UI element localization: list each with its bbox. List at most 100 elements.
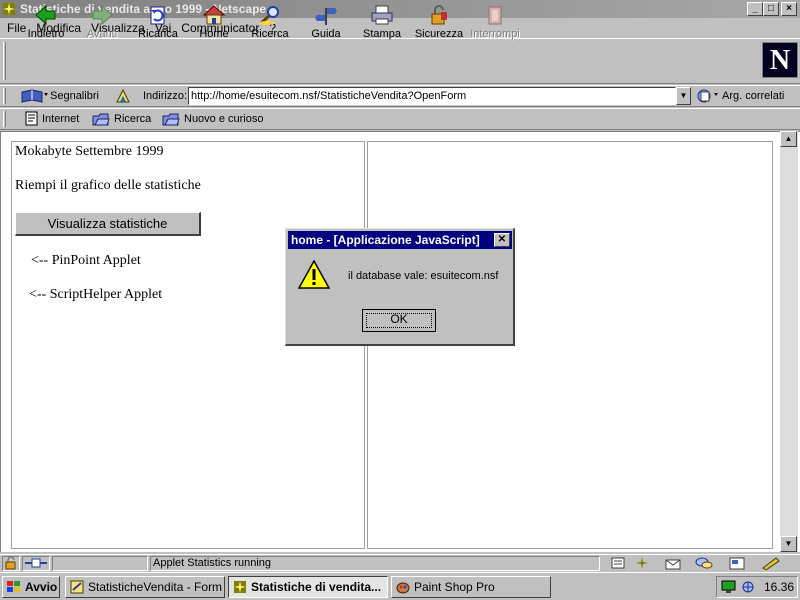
bookmarks-button[interactable]: Segnalibri [20,87,100,105]
navigation-toolbar [0,38,800,84]
security-button[interactable]: Sicurezza [414,4,464,44]
paintshop-icon [396,580,410,594]
padlock-icon [427,4,451,26]
tray-monitor-icon[interactable] [721,580,737,594]
security-label: Sicurezza [414,28,464,40]
connection-status-icon[interactable] [22,556,50,571]
task-label: StatisticheVendita - Form - ... [88,580,224,594]
guide-label: Guida [311,28,341,40]
scripthelper-applet-label: <-- ScriptHelper Applet [29,287,163,302]
netscape-logo[interactable]: N [762,42,798,78]
back-button[interactable]: Indietro [22,4,70,44]
url-input[interactable]: http://home/esuitecom.nsf/StatisticheVen… [188,87,676,105]
guide-button[interactable]: Guida [308,4,344,44]
chevron-down-icon: ▼ [784,539,793,548]
minimize-button[interactable]: _ [747,2,763,16]
home-button[interactable]: Home [196,4,232,44]
address-label: Indirizzo: [143,90,188,102]
netscape-icon [233,580,247,594]
chevron-down-icon: ▼ [679,91,688,100]
reload-label: Ricarica [138,28,178,40]
search-label: Ricerca [251,28,289,40]
bookmarks-icon [20,88,50,104]
task-statistiche-form[interactable]: StatisticheVendita - Form - ... [65,576,225,598]
page-heading: Mokabyte Settembre 1999 [15,144,164,159]
home-label: Home [199,28,229,40]
related-button[interactable]: Arg. correlati [696,87,798,105]
home-icon [202,4,226,26]
personal-internet[interactable]: Internet [24,110,79,128]
system-tray: 16.36 [716,576,798,598]
status-text: Applet Statistics running [150,556,600,571]
bookmarks-label: Segnalibri [50,90,99,102]
internet-page-icon [24,111,42,127]
close-button[interactable]: × [781,2,797,16]
search-icon [258,4,282,26]
scroll-up-button[interactable]: ▲ [780,131,797,147]
print-label: Stampa [363,28,401,40]
task-label: Paint Shop Pro [414,580,495,594]
reload-button[interactable]: Ricarica [134,4,182,44]
ricerca-label: Ricerca [114,113,152,125]
task-paint-shop-pro[interactable]: Paint Shop Pro [391,576,551,598]
back-arrow-icon [34,4,58,26]
edit-pencil-icon[interactable] [760,556,782,571]
location-grip[interactable] [3,88,6,104]
vertical-scrollbar[interactable]: ▲ ▼ [780,131,798,552]
stop-button[interactable]: Interrompi [470,4,520,44]
task-label: Statistiche di vendita... [251,580,382,594]
notes-icon [70,580,84,594]
composer-component-icon[interactable] [728,556,748,571]
page-proxy-icon[interactable] [114,87,132,105]
dialog-close-button[interactable]: ✕ [494,233,510,247]
close-icon: ✕ [497,234,507,245]
javascript-alert-dialog: home - [Applicazione JavaScript] ✕ il da… [285,228,515,346]
folder-icon [162,111,184,127]
related-icon [696,88,722,104]
forward-arrow-icon [90,4,114,26]
ok-button[interactable]: OK [362,309,436,332]
page-instruction: Riempi il grafico delle statistiche [15,178,201,193]
component-bar [606,556,796,571]
focus-rect [366,313,432,328]
security-status-icon[interactable] [2,556,20,571]
personal-ricerca[interactable]: Ricerca [92,110,151,128]
netscape-component-icon[interactable] [634,556,652,571]
personal-nuovo[interactable]: Nuovo e curioso [162,110,264,128]
url-dropdown-button[interactable]: ▼ [676,87,691,105]
discussion-component-icon[interactable] [694,556,714,571]
internet-label: Internet [42,113,80,125]
tray-network-icon[interactable] [739,580,757,594]
scroll-down-button[interactable]: ▼ [780,536,797,552]
clock: 16.36 [764,580,795,594]
personal-grip[interactable] [3,111,6,127]
navigator-component-icon[interactable] [610,556,628,571]
progress-panel [52,556,148,571]
related-label: Arg. correlati [722,90,785,102]
guide-icon [314,4,338,26]
dialog-message: il database vale: esuitecom.nsf [348,270,499,282]
maximize-button[interactable]: □ [763,2,779,16]
printer-icon [370,4,394,26]
search-button[interactable]: Ricerca [248,4,292,44]
start-label: Avvio [25,580,58,594]
netscape-app-icon[interactable] [2,2,16,16]
start-button[interactable]: Avvio [2,576,60,598]
dialog-title[interactable]: home - [Applicazione JavaScript] [288,231,512,249]
stop-icon [483,4,507,26]
task-statistiche-netscape[interactable]: Statistiche di vendita... [228,576,388,598]
folder-icon [92,111,114,127]
warning-icon [297,259,331,291]
toolbar-grip[interactable] [3,42,6,80]
forward-button[interactable]: Avanti [80,4,124,44]
back-label: Indietro [27,28,65,40]
print-button[interactable]: Stampa [362,4,402,44]
chevron-up-icon: ▲ [784,134,793,143]
stop-label: Interrompi [470,28,520,40]
forward-label: Avanti [86,28,118,40]
reload-icon [146,4,170,26]
mail-component-icon[interactable] [664,556,684,571]
windows-logo-icon [6,580,22,594]
pinpoint-applet-label: <-- PinPoint Applet [31,253,141,268]
show-statistics-button[interactable]: Visualizza statistiche [15,212,201,236]
